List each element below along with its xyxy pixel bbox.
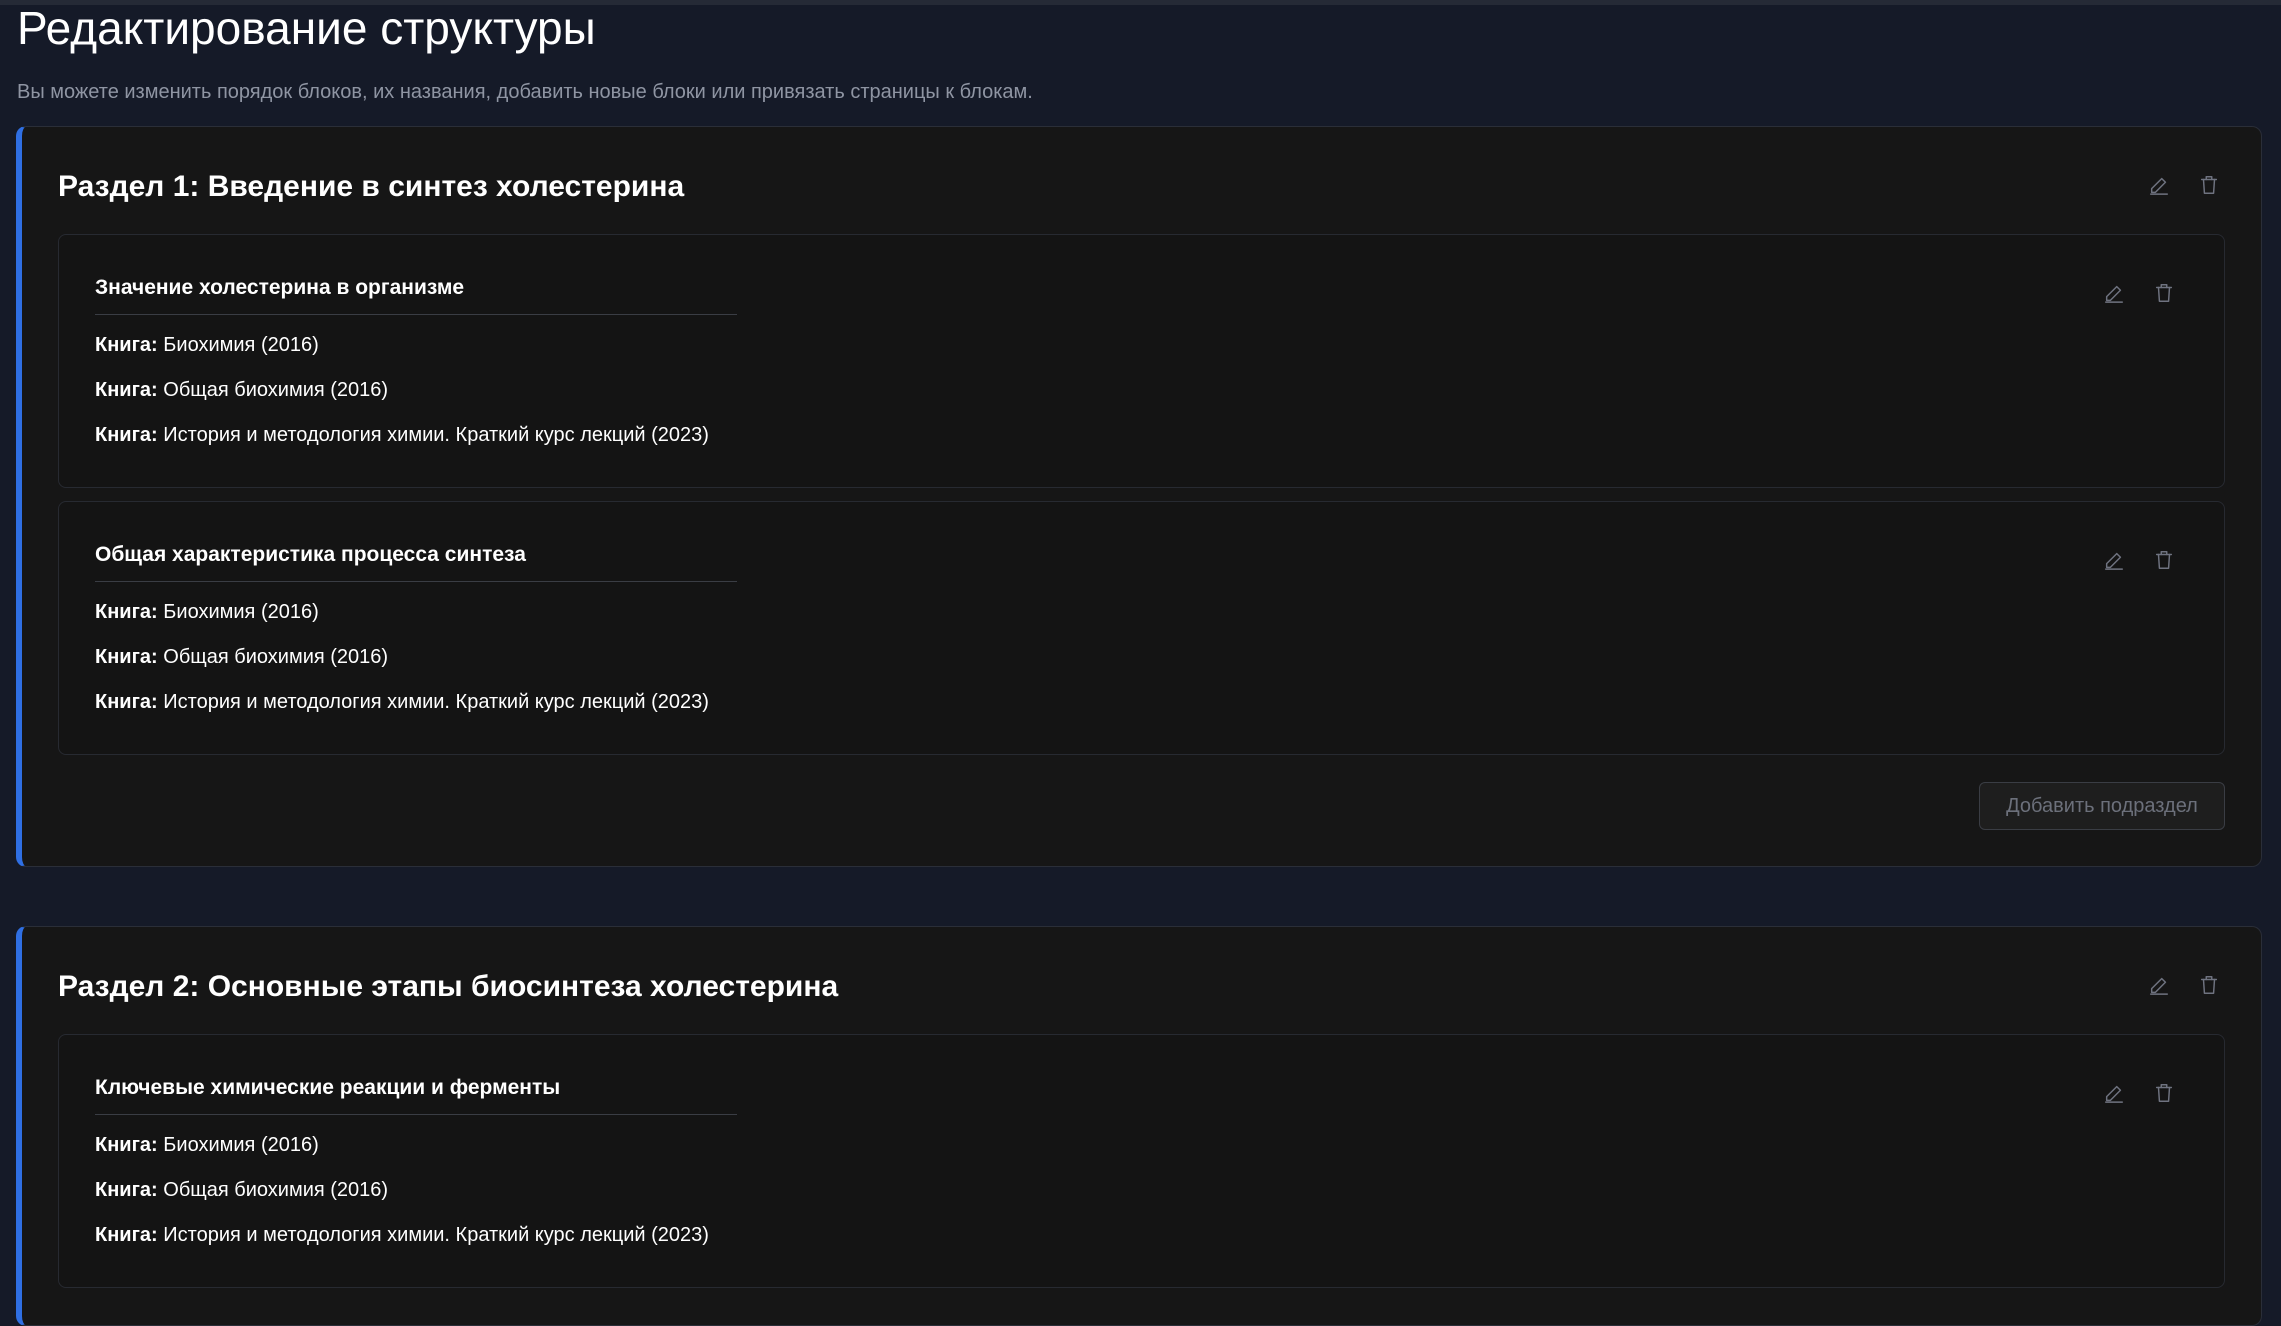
section-card: Раздел 2: Основные этапы биосинтеза холе… [16,926,2262,1326]
book-label: Книга: [95,1134,158,1156]
book-line: Книга: Биохимия (2016) [95,1131,319,1159]
edit-section-button[interactable] [2147,173,2171,197]
subsection-title: Значение холестерина в организме [95,276,465,299]
book-label: Книга: [95,334,158,356]
subsection-divider [95,1114,737,1115]
subsection-card: Ключевые химические реакции и ферменты К… [58,1034,2225,1288]
book-line: Книга: Общая биохимия (2016) [95,376,388,404]
edit-subsection-button[interactable] [2102,281,2126,305]
book-label: Книга: [95,424,158,446]
book-value: Биохимия (2016) [163,601,319,623]
delete-subsection-button[interactable] [2152,1081,2176,1105]
subsection-card: Значение холестерина в организме Книга: … [58,234,2225,488]
book-line: Книга: История и методология химии. Крат… [95,688,709,716]
pencil-icon [2150,977,2168,995]
add-subsection-button[interactable]: Добавить подраздел [1979,782,2225,830]
subsection-card: Общая характеристика процесса синтеза Кн… [58,501,2225,755]
section-card: Раздел 1: Введение в синтез холестерина … [16,126,2262,867]
subsection-actions [2102,281,2176,305]
section-title: Раздел 2: Основные этапы биосинтеза холе… [58,970,839,1003]
subsection-actions [2102,548,2176,572]
book-value: Биохимия (2016) [163,334,319,356]
book-label: Книга: [95,1224,158,1246]
pencil-icon [2105,285,2123,303]
book-line: Книга: История и методология химии. Крат… [95,1221,709,1249]
book-value: Биохимия (2016) [163,1134,319,1156]
book-value: История и методология химии. Краткий кур… [163,1224,709,1246]
book-line: Книга: Общая биохимия (2016) [95,643,388,671]
trash-icon [2200,976,2218,994]
subsection-actions [2102,1081,2176,1105]
trash-icon [2155,551,2173,569]
edit-subsection-button[interactable] [2102,548,2126,572]
book-value: История и методология химии. Краткий кур… [163,424,709,446]
subsection-divider [95,314,737,315]
pencil-icon [2105,1085,2123,1103]
section-actions [2147,973,2221,997]
book-line: Книга: Биохимия (2016) [95,598,319,626]
book-label: Книга: [95,1179,158,1201]
subsection-title: Ключевые химические реакции и ферменты [95,1076,561,1099]
book-label: Книга: [95,691,158,713]
book-value: Общая биохимия (2016) [163,1179,389,1201]
section-actions [2147,173,2221,197]
delete-subsection-button[interactable] [2152,548,2176,572]
page-subtitle: Вы можете изменить порядок блоков, их на… [17,81,1033,103]
delete-section-button[interactable] [2197,173,2221,197]
trash-icon [2155,284,2173,302]
section-title: Раздел 1: Введение в синтез холестерина [58,170,685,203]
book-label: Книга: [95,646,158,668]
book-value: Общая биохимия (2016) [163,379,389,401]
book-value: Общая биохимия (2016) [163,646,389,668]
trash-icon [2155,1084,2173,1102]
book-line: Книга: Общая биохимия (2016) [95,1176,388,1204]
book-label: Книга: [95,601,158,623]
book-line: Книга: Биохимия (2016) [95,331,319,359]
delete-subsection-button[interactable] [2152,281,2176,305]
delete-section-button[interactable] [2197,973,2221,997]
book-line: Книга: История и методология химии. Крат… [95,421,709,449]
page-title: Редактирование структуры [17,2,596,54]
pencil-icon [2105,552,2123,570]
trash-icon [2200,176,2218,194]
pencil-icon [2150,177,2168,195]
edit-section-button[interactable] [2147,973,2171,997]
subsection-divider [95,581,737,582]
subsection-title: Общая характеристика процесса синтеза [95,543,526,566]
edit-subsection-button[interactable] [2102,1081,2126,1105]
book-label: Книга: [95,379,158,401]
book-value: История и методология химии. Краткий кур… [163,691,709,713]
